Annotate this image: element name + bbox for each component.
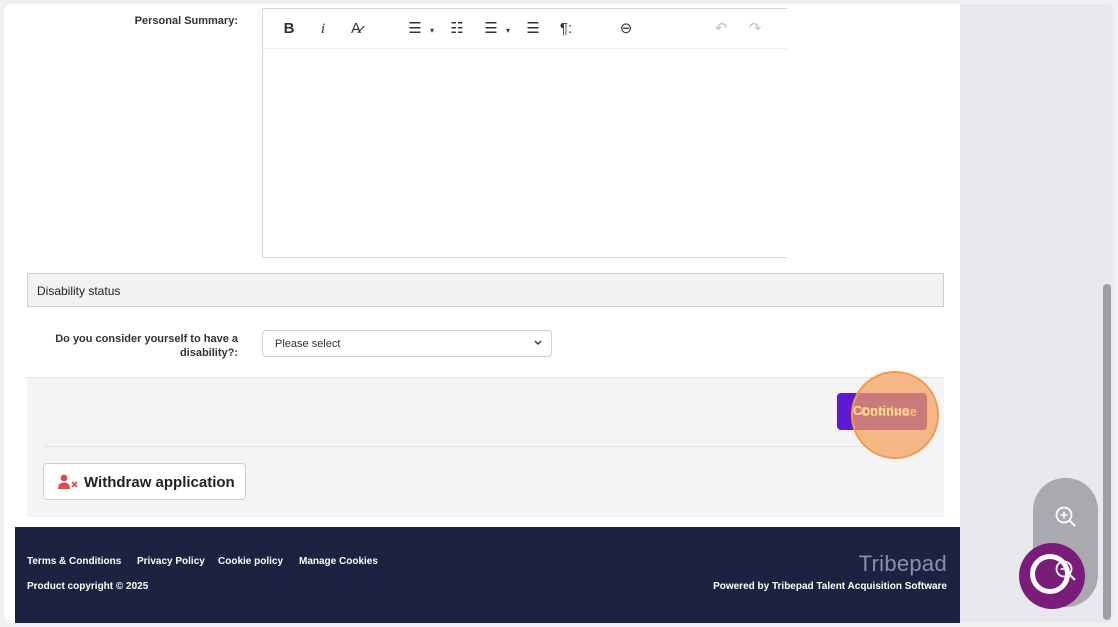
divider [44,446,924,447]
paragraph-button[interactable]: ¶: [555,19,577,39]
chevron-down-icon [534,340,542,345]
page-footer: Terms & Conditions Privacy Policy Cookie… [15,527,960,623]
withdraw-application-button[interactable]: Withdraw application [43,463,246,500]
footer-copyright: Product copyright © 2025 [27,581,149,592]
bold-button[interactable]: B [279,19,299,39]
footer-link-manage-cookies[interactable]: Manage Cookies [299,556,378,567]
footer-link-terms[interactable]: Terms & Conditions [27,556,121,567]
disability-question-label: Do you consider yourself to have a disab… [55,333,238,359]
continue-label-highlighted: Continue [852,403,910,418]
bullet-list-button[interactable]: ☰ [405,19,425,39]
footer-link-cookie-policy[interactable]: Cookie policy [218,556,283,567]
italic-button[interactable]: i [315,19,331,39]
editor-toolbar: B i A̷ ☰ ▾ ☷ ☰ ▾ ☰ ¶: ⊖ ↶ ↷ [263,9,787,49]
zoom-in-icon[interactable] [1046,497,1086,537]
undo-button[interactable]: ↶ [711,19,731,39]
clear-format-button[interactable]: A̷ [345,19,367,39]
personal-summary-label: Personal Summary: [134,15,238,27]
checklist-button[interactable]: ☰ [481,19,501,39]
disability-select[interactable]: Please select [262,330,552,357]
footer-link-privacy[interactable]: Privacy Policy [137,556,205,567]
zoom-out-icon[interactable] [1046,551,1086,591]
section-title: Disability status [37,284,121,298]
disability-section-header: Disability status [27,273,944,307]
withdraw-label: Withdraw application [84,474,235,491]
disability-select-value: Please select [275,338,341,350]
scrollbar-thumb[interactable] [1103,284,1111,620]
bullet-list-dropdown-icon[interactable]: ▾ [427,21,437,41]
numbered-list-button[interactable]: ☷ [447,19,467,39]
personal-summary-editor[interactable]: B i A̷ ☰ ▾ ☷ ☰ ▾ ☰ ¶: ⊖ ↶ ↷ [262,8,787,258]
footer-powered-by: Powered by Tribepad Talent Acquisition S… [713,581,947,592]
redo-button[interactable]: ↷ [745,19,765,39]
page-frame: Personal Summary: B i A̷ ☰ ▾ ☷ ☰ ▾ ☰ ¶: … [4,4,1114,623]
checklist-dropdown-icon[interactable]: ▾ [503,21,513,41]
link-button[interactable]: ⊖ [615,19,637,39]
align-button[interactable]: ☰ [523,19,543,39]
footer-brand-logo: Tribepad [858,551,947,576]
user-remove-icon [58,474,78,489]
